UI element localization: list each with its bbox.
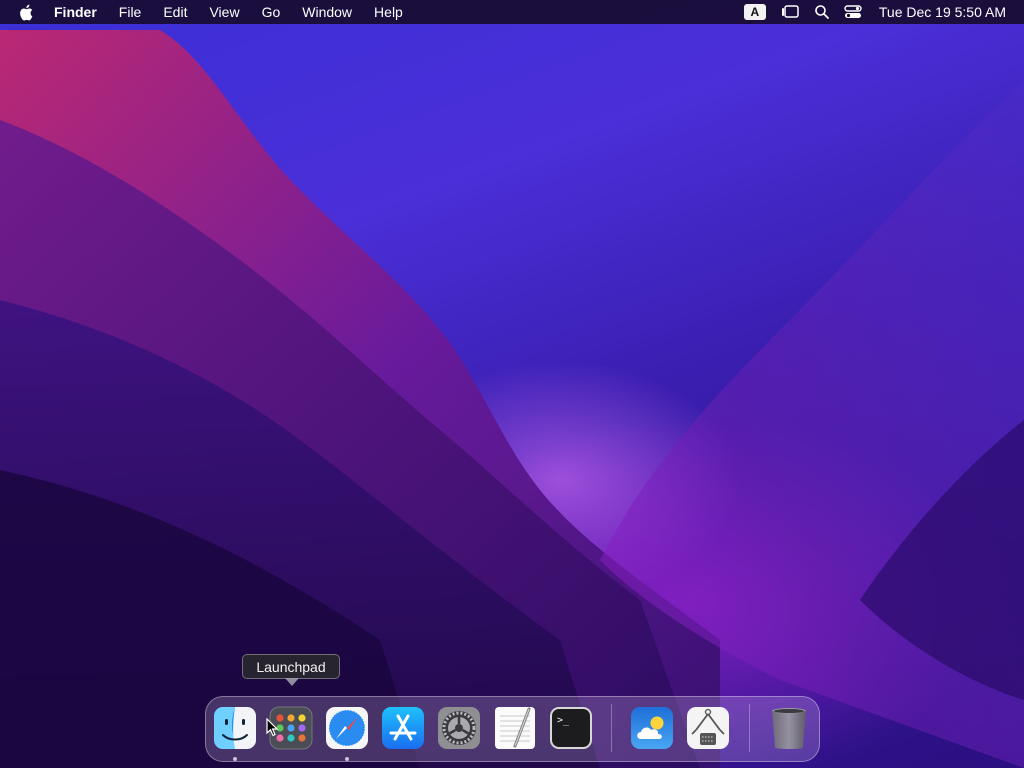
mouse-pointer-icon bbox=[266, 717, 279, 742]
weather-icon bbox=[631, 707, 673, 749]
trash-icon bbox=[772, 708, 806, 749]
dock-item-system-settings[interactable] bbox=[437, 706, 481, 750]
safari-running-indicator bbox=[345, 757, 349, 761]
menu-bar: Finder File Edit View Go Window Help A T… bbox=[0, 0, 1024, 24]
input-source-badge: A bbox=[743, 4, 766, 20]
terminal-prompt: >_ bbox=[557, 715, 570, 726]
dock-item-finder[interactable] bbox=[213, 706, 257, 750]
menu-view[interactable]: View bbox=[198, 0, 250, 24]
dock-item-textedit[interactable] bbox=[493, 706, 537, 750]
dock-item-weather[interactable] bbox=[630, 706, 674, 750]
menu-go[interactable]: Go bbox=[251, 0, 292, 24]
control-center-icon[interactable] bbox=[844, 0, 862, 24]
menu-bar-clock[interactable]: Tue Dec 19 5:50 AM bbox=[869, 4, 1024, 20]
menu-edit[interactable]: Edit bbox=[152, 0, 198, 24]
app-store-icon bbox=[382, 707, 424, 749]
dock-item-safari[interactable] bbox=[325, 706, 369, 750]
spotlight-search-icon[interactable] bbox=[814, 0, 830, 24]
input-source-menu[interactable]: A bbox=[743, 0, 766, 24]
menu-extras: A Tue Dec 19 5:50 AM bbox=[737, 0, 1024, 24]
dock-separator bbox=[611, 704, 612, 752]
wallpaper-hills bbox=[0, 30, 1024, 768]
terminal-icon: >_ bbox=[550, 707, 592, 749]
menu-help[interactable]: Help bbox=[363, 0, 414, 24]
system-settings-icon bbox=[438, 707, 480, 749]
dock-tooltip: Launchpad bbox=[242, 654, 340, 679]
dock-tooltip-arrow bbox=[285, 678, 299, 686]
finder-running-indicator bbox=[233, 757, 237, 761]
apple-logo-icon bbox=[20, 4, 33, 20]
menu-app-finder[interactable]: Finder bbox=[52, 0, 108, 24]
dock-separator-trash bbox=[749, 704, 750, 752]
desktop-wallpaper bbox=[0, 0, 1024, 768]
archive-utility-icon bbox=[687, 707, 729, 749]
dock-item-archive-utility[interactable] bbox=[686, 706, 730, 750]
dock-item-app-store[interactable] bbox=[381, 706, 425, 750]
menu-file[interactable]: File bbox=[108, 0, 153, 24]
safari-icon bbox=[326, 707, 368, 749]
stage-manager-icon[interactable] bbox=[780, 0, 800, 24]
menu-window[interactable]: Window bbox=[291, 0, 363, 24]
apple-menu[interactable] bbox=[0, 0, 52, 24]
dock-item-terminal[interactable]: >_ bbox=[549, 706, 593, 750]
dock-item-trash[interactable] bbox=[767, 706, 811, 750]
finder-icon bbox=[214, 707, 256, 749]
textedit-icon bbox=[495, 707, 535, 749]
